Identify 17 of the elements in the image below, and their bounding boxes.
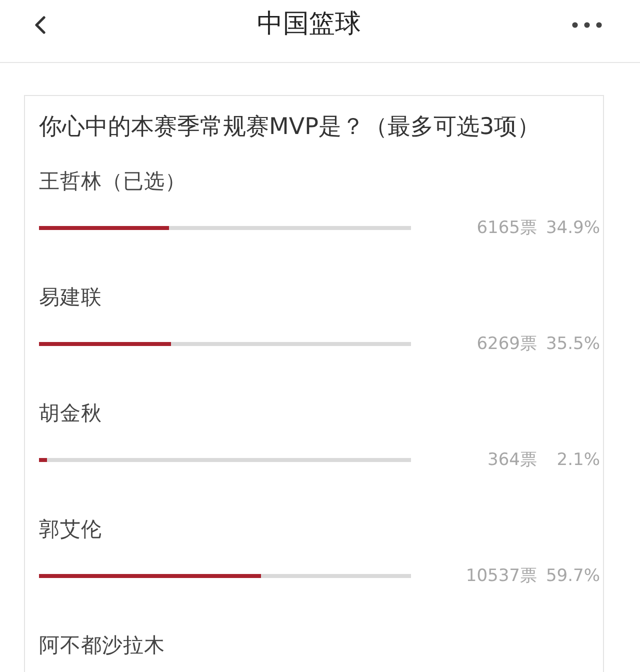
vote-percent: 34.9% [544,217,600,240]
more-icon [572,22,602,28]
option-name: 胡金秋 [39,400,103,426]
vote-count: 6165票 [476,217,537,240]
option-name: 郭艾伦 [39,516,103,542]
vote-percent: 2.1% [556,449,600,472]
vote-count: 10537票 [466,565,537,588]
option-name: 易建联 [39,284,103,310]
vote-percent: 59.7% [544,565,600,588]
vote-count: 6269票 [476,333,537,356]
page-title: 中国篮球 [257,9,361,41]
option-name: 王哲林（已选） [39,168,187,194]
chevron-left-icon [34,16,46,34]
vote-count: 364票 [488,449,537,472]
option-name: 阿不都沙拉木 [39,632,166,658]
poll-question: 你心中的本赛季常规赛MVP是？（最多可选3项） [39,113,542,142]
vote-percent: 35.5% [544,333,600,356]
